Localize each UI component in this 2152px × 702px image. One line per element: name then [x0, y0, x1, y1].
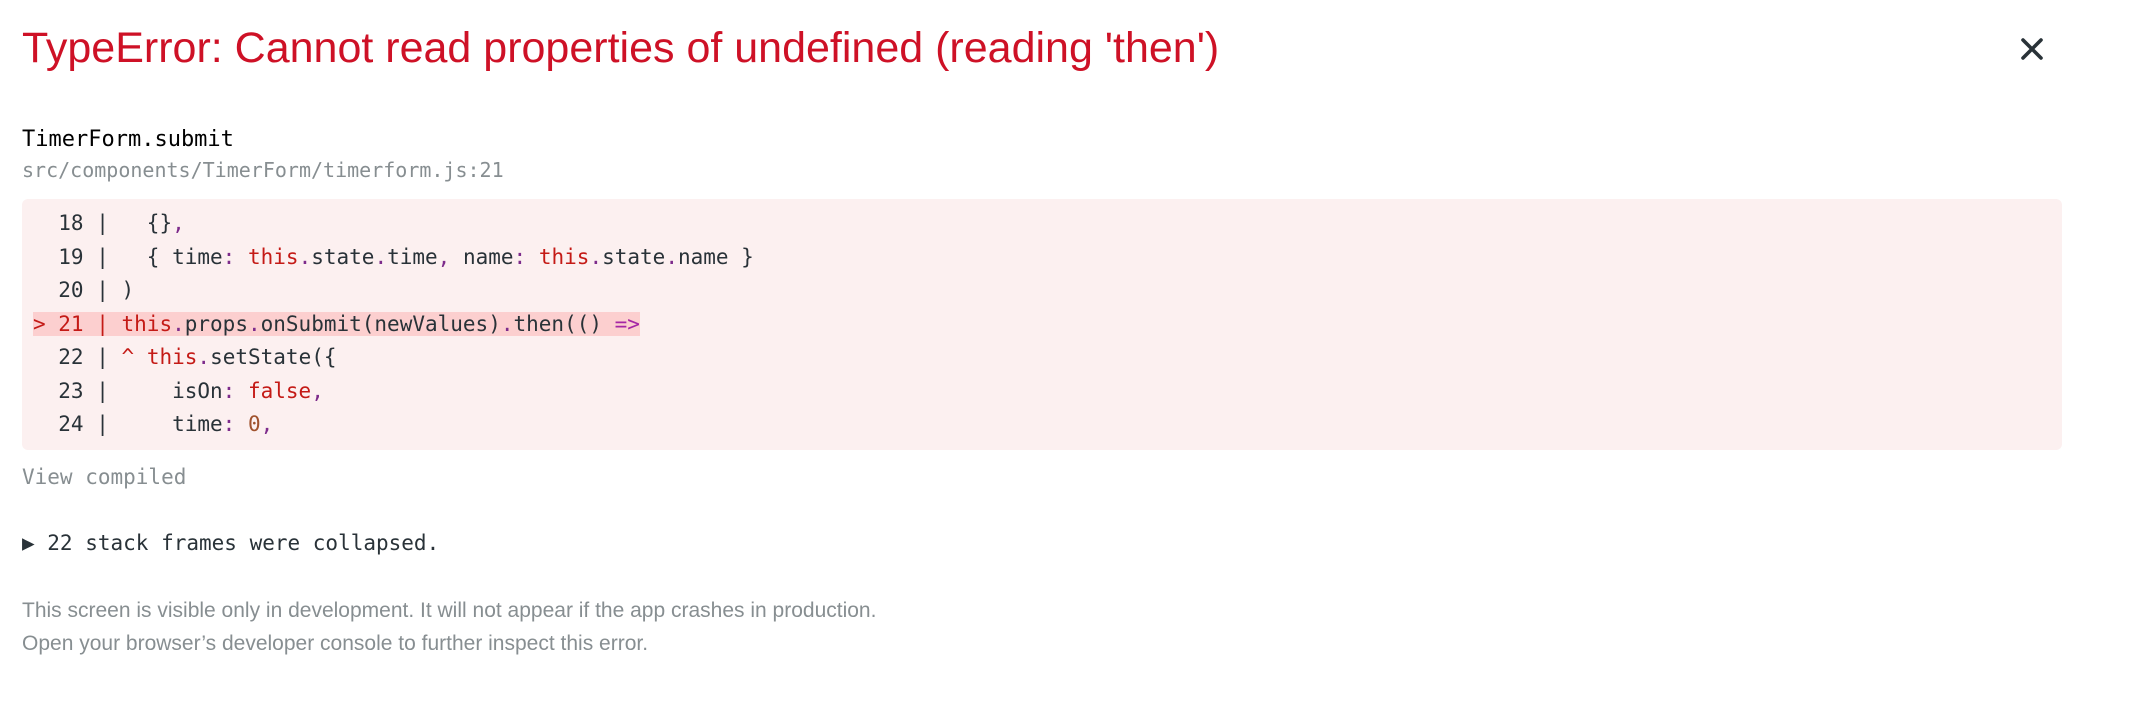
code-line-gutter: 20 |	[33, 278, 122, 302]
code-token: .	[500, 311, 514, 336]
code-line-gutter: 18 |	[33, 211, 122, 235]
code-token: this	[538, 244, 590, 269]
code-token: ^	[121, 345, 135, 369]
code-token: then(()	[513, 311, 615, 336]
code-line-gutter: 24 |	[33, 412, 122, 436]
code-token: name	[450, 244, 514, 269]
code-token: .	[247, 311, 261, 336]
footer-line-console: Open your browser’s developer console to…	[22, 631, 649, 655]
code-token: this	[146, 345, 198, 369]
code-line-content: 22 | ^ this.setState({	[33, 345, 337, 369]
error-header: TypeError: Cannot read properties of und…	[22, 22, 2130, 92]
code-line: 20 | )	[33, 274, 2051, 308]
code-line-content: 18 | {},	[33, 211, 185, 235]
code-token: this	[121, 311, 173, 336]
code-line-gutter: 22 |	[33, 345, 122, 369]
code-token: state	[311, 244, 375, 269]
code-token: .	[589, 244, 603, 269]
code-line: 18 | {},	[33, 207, 2051, 241]
view-compiled-link[interactable]: View compiled	[22, 462, 2130, 492]
close-icon	[2021, 38, 2043, 60]
code-line-error: > 21 | this.props.onSubmit(newValues).th…	[33, 308, 2051, 342]
stack-frame-file-location[interactable]: src/components/TimerForm/timerform.js:21	[22, 155, 2130, 185]
code-token: ,	[172, 211, 185, 235]
footer-note: This screen is visible only in developme…	[22, 594, 2130, 660]
code-token: .	[197, 345, 211, 369]
code-line-content: 19 | { time: this.state.time, name: this…	[33, 245, 754, 269]
code-token: { time	[121, 244, 223, 269]
code-token: props	[184, 311, 248, 336]
stack-frame-function: TimerForm.submit	[22, 127, 234, 152]
code-token: 0	[247, 412, 261, 436]
code-line: 19 | { time: this.state.time, name: this…	[33, 241, 2051, 275]
code-line: 22 | ^ this.setState({	[33, 341, 2051, 375]
code-token: :	[222, 412, 236, 436]
code-token: .	[665, 244, 678, 269]
collapsed-stack-frames-toggle[interactable]: ▶ 22 stack frames were collapsed.	[22, 528, 2130, 558]
code-token: ,	[437, 244, 451, 269]
code-token: this	[247, 244, 299, 269]
code-line-content: 24 | time: 0,	[33, 412, 273, 436]
code-token: state	[602, 244, 666, 269]
code-token: ,	[311, 378, 324, 403]
code-snippet: 18 | {}, 19 | { time: this.state.time, n…	[22, 199, 2062, 450]
code-line: 24 | time: 0,	[33, 408, 2051, 442]
code-token: time	[121, 412, 223, 436]
footer-line-development: This screen is visible only in developme…	[22, 598, 877, 622]
code-token: false	[247, 378, 312, 403]
code-line-content: 20 | )	[33, 278, 134, 302]
code-line-gutter: > 21 |	[33, 311, 122, 336]
code-token: :	[513, 244, 527, 269]
code-line-content: 23 | isOn: false,	[33, 379, 324, 403]
close-button[interactable]	[2007, 24, 2057, 74]
code-token: =>	[614, 311, 640, 336]
code-token: setState({	[210, 345, 337, 369]
code-token: :	[222, 378, 236, 403]
code-token: isOn	[121, 378, 223, 403]
code-line-gutter: 23 |	[33, 378, 122, 403]
code-token: {}	[121, 211, 173, 235]
code-line: 23 | isOn: false,	[33, 375, 2051, 409]
code-token: ,	[260, 412, 274, 436]
code-token: .	[172, 311, 185, 336]
code-line-gutter: 19 |	[33, 244, 122, 269]
code-token: .	[298, 244, 312, 269]
code-line-content: > 21 | this.props.onSubmit(newValues).th…	[33, 311, 640, 336]
code-token: time	[387, 244, 438, 269]
error-title: TypeError: Cannot read properties of und…	[22, 24, 1220, 72]
code-token: )	[121, 278, 135, 302]
code-token: onSubmit(newValues)	[260, 311, 501, 336]
code-token: .	[374, 244, 388, 269]
code-token: :	[222, 244, 236, 269]
error-overlay: TypeError: Cannot read properties of und…	[0, 0, 2152, 702]
code-token: name }	[677, 244, 754, 269]
